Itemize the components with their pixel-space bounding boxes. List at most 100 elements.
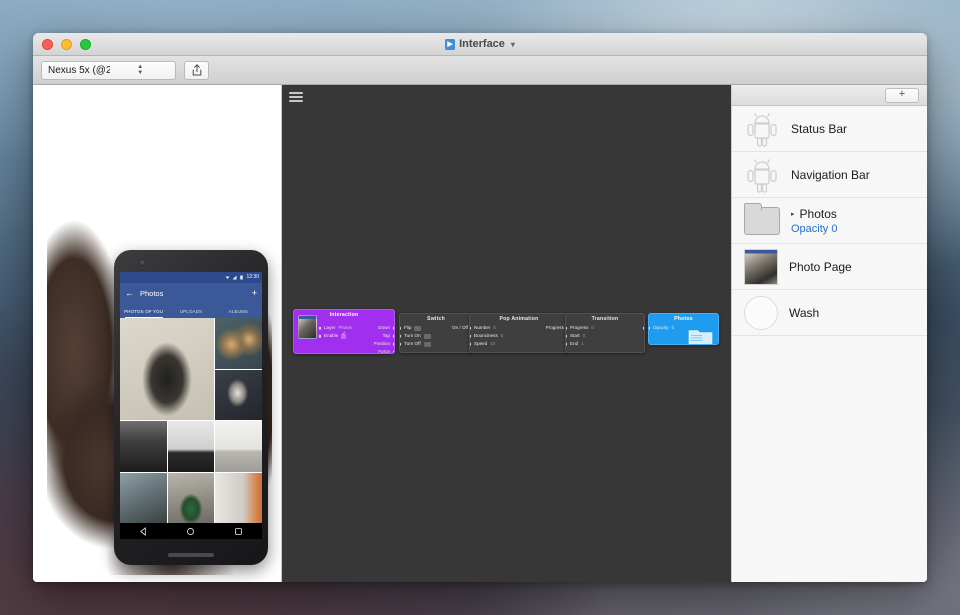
close-button[interactable] (42, 38, 53, 50)
patch-node-transition[interactable]: Transition Progress 0 Start 0 End 1 (565, 313, 645, 353)
photo-tile[interactable] (215, 369, 262, 420)
port-out[interactable] (642, 326, 644, 330)
share-button[interactable] (184, 60, 209, 80)
patch-port-row[interactable]: Bounciness 5 (470, 332, 568, 340)
app-window: ▶ Interface ▾ Nexus 5x (@2x/xhdpi) ▲▼ (33, 33, 927, 582)
patch-port-row[interactable]: Turn On (400, 332, 472, 340)
port-label: Enable (324, 332, 339, 338)
port-out[interactable] (392, 326, 394, 330)
photo-tile[interactable] (120, 318, 215, 420)
port-out[interactable] (392, 334, 394, 338)
patch-port-row[interactable]: Progress 0 (566, 324, 644, 332)
phone-mockup: 12:30 ← Photos + PHOTOS OF YOU UPLOADS A… (114, 250, 268, 565)
patch-port-row[interactable]: Start 0 (566, 332, 644, 340)
patch-node-pop-animation[interactable]: Pop Animation Number 0 Progress Bouncine… (469, 313, 569, 353)
patch-port-row[interactable]: Opacity 0 (649, 324, 718, 332)
patch-canvas[interactable]: Interaction Layer Photos Down Enable ✓ T… (282, 85, 731, 582)
layer-property[interactable]: Opacity 0 (791, 223, 837, 235)
patch-node-title: Pop Animation (499, 316, 539, 322)
port-label: Down (378, 324, 390, 330)
share-icon (192, 64, 201, 76)
port-in[interactable] (318, 334, 322, 338)
photo-tile[interactable] (120, 472, 167, 523)
port-label: Position (373, 340, 390, 346)
port-in[interactable] (649, 326, 651, 330)
port-label: Flip (404, 324, 412, 330)
sidebar-item-wash[interactable]: Wash (732, 290, 927, 336)
plus-icon[interactable]: + (252, 289, 257, 298)
android-status-bar: 12:30 (120, 272, 262, 283)
main-toolbar: Nexus 5x (@2x/xhdpi) ▲▼ (33, 56, 927, 85)
disclosure-triangle-icon[interactable]: ▸ (791, 210, 795, 218)
port-label: Force (378, 348, 390, 354)
device-select[interactable]: Nexus 5x (@2x/xhdpi) ▲▼ (41, 60, 176, 80)
port-in[interactable] (470, 326, 472, 330)
sidebar-item-status-bar[interactable]: Status Bar (732, 106, 927, 152)
port-out[interactable] (392, 342, 394, 346)
tab-albums[interactable]: ALBUMS (215, 304, 262, 318)
layer-text: ▸ Photos Opacity 0 (791, 207, 837, 235)
port-label: Number (474, 324, 491, 330)
port-value: 1 (581, 341, 584, 347)
port-in[interactable] (400, 334, 402, 338)
chip-control[interactable] (423, 333, 431, 339)
layer-name: Navigation Bar (791, 167, 870, 182)
port-in[interactable] (566, 334, 568, 338)
recents-square-icon[interactable] (234, 527, 243, 536)
photo-tile[interactable] (167, 421, 215, 472)
patch-port-row[interactable]: Layer Photos Down (318, 324, 394, 332)
status-bar-time: 12:30 (246, 274, 259, 280)
minimize-button[interactable] (61, 38, 72, 50)
window-titlebar[interactable]: ▶ Interface ▾ (33, 33, 927, 56)
patch-port-row[interactable]: Number 0 Progress (470, 324, 568, 332)
patch-port-row[interactable]: Enable Tap (318, 332, 394, 340)
photo-tile[interactable] (215, 421, 262, 472)
back-triangle-icon[interactable] (139, 526, 148, 536)
port-in[interactable] (400, 326, 402, 330)
port-in[interactable] (470, 342, 472, 346)
patch-node-photos[interactable]: Photos Opacity 0 (648, 313, 719, 345)
sidebar-item-navigation-bar[interactable]: Navigation Bar (732, 152, 927, 198)
phone-screen[interactable]: 12:30 ← Photos + PHOTOS OF YOU UPLOADS A… (120, 272, 262, 539)
port-label: Speed (474, 340, 488, 346)
patch-node-switch[interactable]: Switch Flip On / Off Turn On Turn Off (399, 313, 473, 353)
patch-port-row[interactable]: Turn Off (400, 340, 472, 348)
patch-port-row[interactable]: Speed 10 (470, 340, 568, 348)
port-value: 5 (500, 333, 504, 339)
add-layer-button[interactable]: + (885, 87, 919, 103)
sidebar-item-photo-page[interactable]: Photo Page (732, 244, 927, 290)
port-out[interactable] (392, 350, 394, 353)
port-in[interactable] (470, 334, 472, 338)
circle-thumbnail (744, 295, 778, 330)
photo-tile[interactable] (167, 472, 215, 523)
port-value: 0 (582, 333, 586, 339)
patch-port-row[interactable]: Force (320, 348, 394, 354)
tab-uploads[interactable]: UPLOADS (167, 304, 214, 318)
patch-port-row[interactable]: Position (320, 340, 394, 348)
layer-text: Status Bar (791, 122, 847, 136)
chevron-down-icon[interactable]: ▾ (511, 40, 515, 49)
photo-tile[interactable] (215, 318, 262, 369)
patch-node-interaction[interactable]: Interaction Layer Photos Down Enable ✓ T… (293, 309, 395, 354)
chip-control[interactable] (423, 341, 431, 347)
maximize-button[interactable] (80, 38, 91, 50)
chip-control[interactable] (414, 325, 422, 331)
tab-photos-of-you[interactable]: PHOTOS OF YOU (120, 304, 167, 318)
sidebar-item-photos[interactable]: ▸ Photos Opacity 0 (732, 198, 927, 244)
port-in[interactable] (566, 342, 568, 346)
layer-name-label: Photos (799, 206, 837, 221)
patch-port-row[interactable]: Flip On / Off (400, 324, 472, 332)
photo-tile[interactable] (120, 421, 167, 472)
port-in[interactable] (566, 326, 568, 330)
port-in[interactable] (400, 342, 402, 346)
patch-port-row[interactable]: End 1 (566, 340, 644, 348)
port-in[interactable] (318, 326, 322, 330)
back-arrow-icon[interactable]: ← (125, 289, 134, 298)
checkbox-control[interactable] (341, 332, 347, 339)
port-label: Turn On (404, 332, 421, 338)
photo-tile[interactable] (215, 472, 262, 523)
patch-node-rows: Layer Photos Down Enable Tap (318, 324, 394, 354)
android-navigation-bar (120, 523, 262, 539)
stepper-icon[interactable]: ▲ ▼ (110, 63, 172, 78)
home-circle-icon[interactable] (186, 527, 195, 536)
